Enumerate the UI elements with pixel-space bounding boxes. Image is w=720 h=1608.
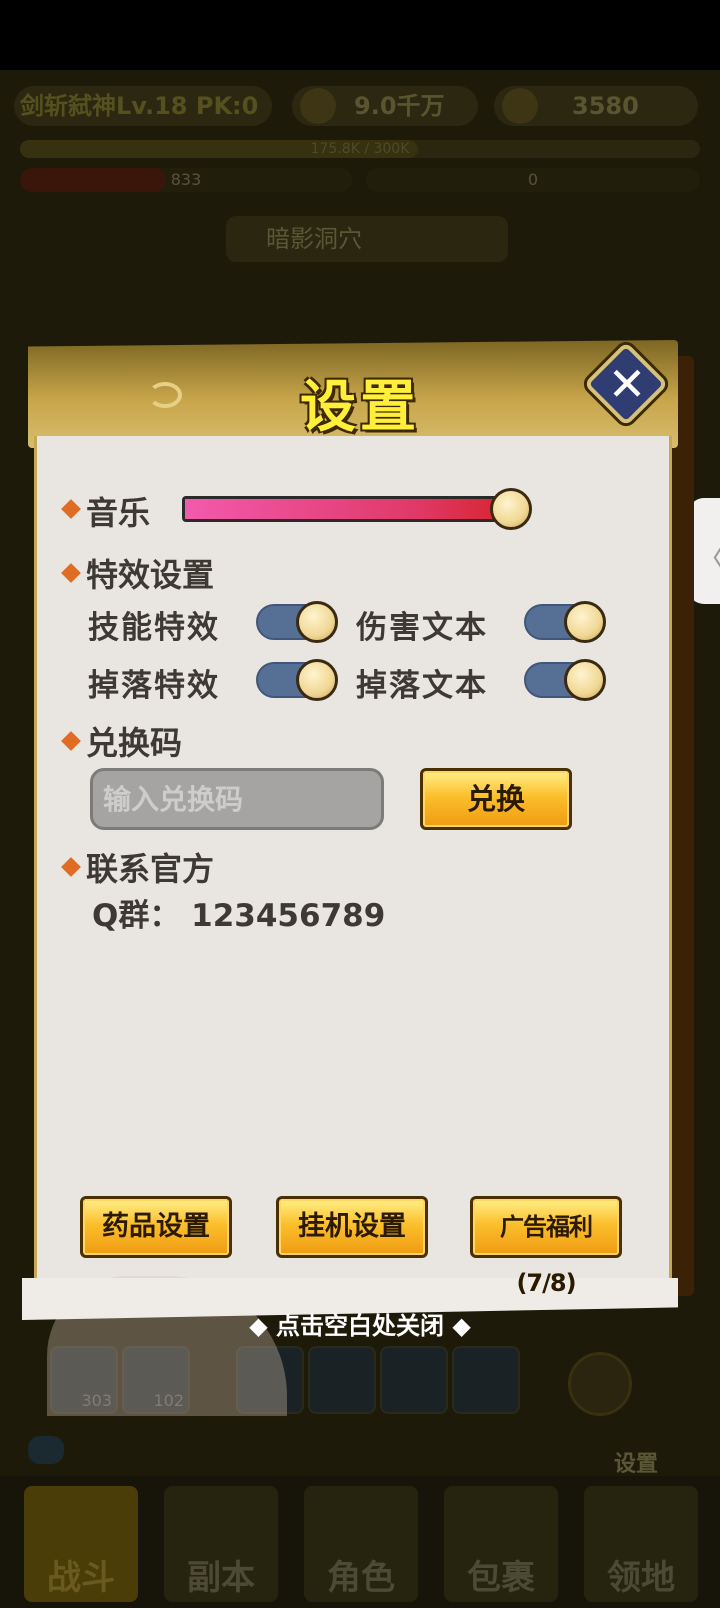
potion-settings-button[interactable]: 药品设置: [80, 1196, 232, 1258]
skill-slot: [380, 1346, 448, 1414]
player-name: 剑斩弑神Lv.18 PK:0: [14, 86, 272, 126]
gold-value: 3580: [572, 92, 639, 120]
toggle-knob: [296, 659, 338, 701]
skill-slot: [308, 1346, 376, 1414]
coin-value: 9.0千万: [354, 92, 445, 120]
coin-icon: [300, 88, 336, 124]
close-icon[interactable]: ✕: [600, 356, 654, 412]
ad-reward-button[interactable]: 广告福利(7/8): [470, 1196, 622, 1297]
chat-icon: [28, 1436, 64, 1464]
exp-text: 175.8K / 300K: [310, 141, 410, 157]
damage-text-label: 伤害文本: [356, 610, 488, 646]
drop-text-toggle[interactable]: [524, 659, 606, 701]
mp-bar: 0: [366, 168, 700, 192]
nav-dungeon: 副本: [164, 1486, 278, 1602]
gold-counter: 3580: [494, 86, 698, 126]
coin-counter: 9.0千万: [292, 86, 478, 126]
toggle-knob: [564, 601, 606, 643]
nav-territory: 领地: [584, 1486, 698, 1602]
drop-effects-toggle[interactable]: [256, 659, 338, 701]
status-bar-area: [0, 0, 720, 70]
settings-dialog: 设置 ✕ 音乐 特效设置 技能特效 伤害文本 掉落特效 掉落文本 兑换码 兑换 …: [22, 336, 684, 1416]
toggle-knob: [296, 601, 338, 643]
damage-text-toggle[interactable]: [524, 601, 606, 643]
gold-ingot-icon: [502, 88, 538, 124]
music-label: 音乐: [86, 494, 151, 532]
hp-bar-fill: [20, 168, 167, 192]
mp-value: 0: [527, 170, 539, 189]
drop-effects-label: 掉落特效: [88, 668, 220, 704]
redeem-code-label: 兑换码: [86, 724, 183, 762]
contact-label: 联系官方: [86, 850, 215, 888]
music-volume-slider[interactable]: [182, 496, 528, 522]
toggle-knob: [564, 659, 606, 701]
chevron-left-icon: 〈: [696, 534, 720, 578]
music-slider-handle[interactable]: [489, 488, 532, 530]
attack-sword-icon: [568, 1352, 632, 1416]
redeem-button[interactable]: 兑换: [420, 768, 572, 830]
bottom-nav: 战斗 副本 角色 包裹 领地: [0, 1476, 720, 1608]
hp-value: 833: [170, 170, 202, 189]
map-name: 暗影洞穴: [226, 216, 508, 262]
nav-bag: 包裹: [444, 1486, 558, 1602]
effects-settings-label: 特效设置: [86, 556, 215, 594]
exp-bar: 175.8K / 300K: [20, 140, 700, 158]
settings-gear-label: 设置: [614, 1452, 659, 1477]
redeem-code-input[interactable]: [90, 768, 384, 830]
hp-bar: 833: [20, 168, 352, 192]
tap-blank-to-close-hint[interactable]: ◆ 点击空白处关闭 ◆: [0, 1306, 720, 1341]
nav-character: 角色: [304, 1486, 418, 1602]
skill-slot: [452, 1346, 520, 1414]
music-volume-fill: [185, 499, 508, 519]
drop-text-label: 掉落文本: [356, 668, 488, 704]
skill-effects-label: 技能特效: [88, 610, 220, 646]
skill-effects-toggle[interactable]: [256, 601, 338, 643]
nav-battle: 战斗: [24, 1486, 138, 1602]
qq-group-text: Q群： 123456789: [92, 898, 386, 934]
afk-settings-button[interactable]: 挂机设置: [276, 1196, 428, 1258]
